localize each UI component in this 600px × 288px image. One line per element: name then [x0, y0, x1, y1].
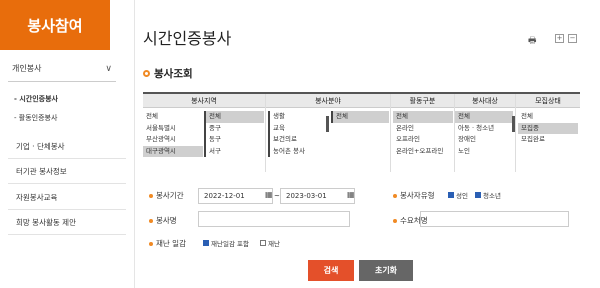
list-item[interactable]: 대구광역시: [143, 145, 203, 157]
sidebar-item-proposal[interactable]: 희망 봉사활동 제안: [8, 211, 126, 235]
volunteer-type-label: 봉사자유형: [393, 190, 435, 201]
list-item[interactable]: 서울특별시: [143, 123, 203, 135]
chevron-down-icon: ∨: [105, 63, 112, 74]
name-label: 봉사명: [149, 215, 177, 226]
disaster-only-checkbox[interactable]: 재난: [260, 238, 280, 248]
region-list-a: 전체 서울특별시 부산광역시 대구광역시: [143, 111, 203, 157]
include-disaster-checkbox[interactable]: 재난일감 포함: [203, 238, 249, 248]
disaster-label: 재난 일감: [149, 238, 186, 249]
target-list: 전체 아동 · 청소년 장애인 노인: [455, 111, 513, 157]
list-item[interactable]: 전체: [518, 111, 578, 123]
type-header: 활동구분: [391, 94, 454, 108]
org-input[interactable]: [420, 211, 569, 227]
target-column: 봉사대상 전체 아동 · 청소년 장애인 노인: [455, 94, 516, 172]
period-label: 봉사기간: [149, 190, 184, 201]
adult-checkbox[interactable]: 성인: [448, 190, 468, 200]
sidebar: 봉사참여 개인봉사 ∨ - 시간인증봉사 - 활동인증봉사 기업 · 단체봉사 …: [0, 0, 135, 288]
field-list-b: 전체: [331, 111, 389, 123]
search-button[interactable]: 검색: [308, 260, 354, 281]
checkbox-box[interactable]: [260, 240, 266, 246]
list-item[interactable]: 부산광역시: [143, 134, 203, 146]
sidebar-item-personal[interactable]: 개인봉사 ∨: [8, 56, 116, 82]
status-list: 전체 모집중 모집완료: [518, 111, 578, 146]
page-title: 시간인증봉사: [143, 29, 232, 48]
list-item[interactable]: 온라인+오프라인: [393, 146, 453, 158]
date-from-input[interactable]: 2022-12-01: [198, 188, 273, 204]
list-item[interactable]: 전체: [333, 111, 389, 123]
list-item[interactable]: 전체: [455, 111, 513, 123]
section-title: 봉사조회: [143, 66, 193, 81]
list-item[interactable]: 오프라인: [393, 134, 453, 146]
type-column: 활동구분 전체 온라인 오프라인 온라인+오프라인: [391, 94, 455, 172]
name-input[interactable]: [198, 211, 350, 227]
list-item[interactable]: 모집중: [518, 122, 578, 134]
calendar-icon[interactable]: ▦: [265, 190, 273, 199]
sidebar-logo: 봉사참여: [0, 0, 110, 50]
date-to-input[interactable]: 2023-03-01: [280, 188, 355, 204]
status-header: 모집상태: [516, 94, 580, 108]
list-item[interactable]: 동구: [206, 134, 264, 146]
search-form: 봉사기간 2022-12-01 ▦ ~ 2023-03-01 ▦ 봉사자유형 성…: [143, 178, 580, 288]
sidebar-item-corporate[interactable]: 기업 · 단체봉사: [8, 135, 126, 159]
type-list: 전체 온라인 오프라인 온라인+오프라인: [393, 111, 453, 157]
field-list-a: 생활 교육 보건의료 농어촌 봉사: [268, 111, 328, 157]
calendar-icon[interactable]: ▦: [347, 190, 355, 199]
list-item[interactable]: 교육: [270, 123, 328, 135]
list-item[interactable]: 생활: [270, 111, 328, 123]
checkbox-label: 성인: [456, 192, 468, 200]
youth-checkbox[interactable]: 청소년: [475, 190, 501, 200]
checkbox-box[interactable]: [475, 192, 481, 198]
sidebar-sub-activity[interactable]: - 활동인증봉사: [14, 113, 57, 123]
checkbox-label: 재난: [268, 240, 280, 248]
filter-panel: 봉사지역 전체 서울특별시 부산광역시 대구광역시 전체 중구 동구 서구 봉사…: [143, 92, 580, 172]
list-item[interactable]: 노인: [455, 146, 513, 158]
checkbox-label: 청소년: [483, 192, 501, 200]
list-item[interactable]: 온라인: [393, 123, 453, 135]
scrollbar[interactable]: [512, 116, 515, 132]
checkbox-label: 재난일감 포함: [211, 240, 249, 248]
field-column: 봉사분야 생활 교육 보건의료 농어촌 봉사 전체: [266, 94, 391, 172]
status-column: 모집상태 전체 모집중 모집완료: [516, 94, 580, 172]
sidebar-item-org-info[interactable]: 터기관 봉사정보: [8, 160, 126, 184]
scrollbar[interactable]: [326, 116, 329, 132]
list-item[interactable]: 중구: [206, 123, 264, 135]
sidebar-item-label: 개인봉사: [12, 64, 42, 73]
list-item[interactable]: 모집완료: [518, 134, 578, 146]
list-item[interactable]: 서구: [206, 146, 264, 158]
list-item[interactable]: 아동 · 청소년: [455, 123, 513, 135]
list-item[interactable]: 전체: [206, 111, 264, 123]
region-column: 봉사지역 전체 서울특별시 부산광역시 대구광역시 전체 중구 동구 서구: [143, 94, 266, 172]
date-separator: ~: [274, 192, 280, 200]
bullet-icon: [143, 70, 150, 77]
printer-icon[interactable]: 🖶: [528, 33, 537, 49]
checkbox-box[interactable]: [203, 240, 209, 246]
list-item[interactable]: 장애인: [455, 134, 513, 146]
list-item[interactable]: 전체: [143, 111, 203, 123]
field-header: 봉사분야: [266, 94, 390, 108]
region-list-b: 전체 중구 동구 서구: [204, 111, 264, 157]
checkbox-box[interactable]: [448, 192, 454, 198]
section-label: 봉사조회: [154, 68, 193, 80]
list-item[interactable]: 농어촌 봉사: [270, 146, 328, 158]
region-header: 봉사지역: [143, 94, 265, 108]
target-header: 봉사대상: [455, 94, 515, 108]
minus-icon[interactable]: −: [568, 34, 577, 43]
sidebar-sub-time[interactable]: - 시간인증봉사: [14, 94, 58, 104]
list-item[interactable]: 전체: [393, 111, 453, 123]
reset-button[interactable]: 초기화: [359, 260, 413, 281]
plus-icon[interactable]: +: [555, 34, 564, 43]
list-item[interactable]: 보건의료: [270, 134, 328, 146]
main-content: 시간인증봉사 🖶 + − 봉사조회 봉사지역 전체 서울특별시 부산광역시 대구…: [143, 0, 600, 288]
sidebar-item-education[interactable]: 자원봉사교육: [8, 186, 126, 210]
